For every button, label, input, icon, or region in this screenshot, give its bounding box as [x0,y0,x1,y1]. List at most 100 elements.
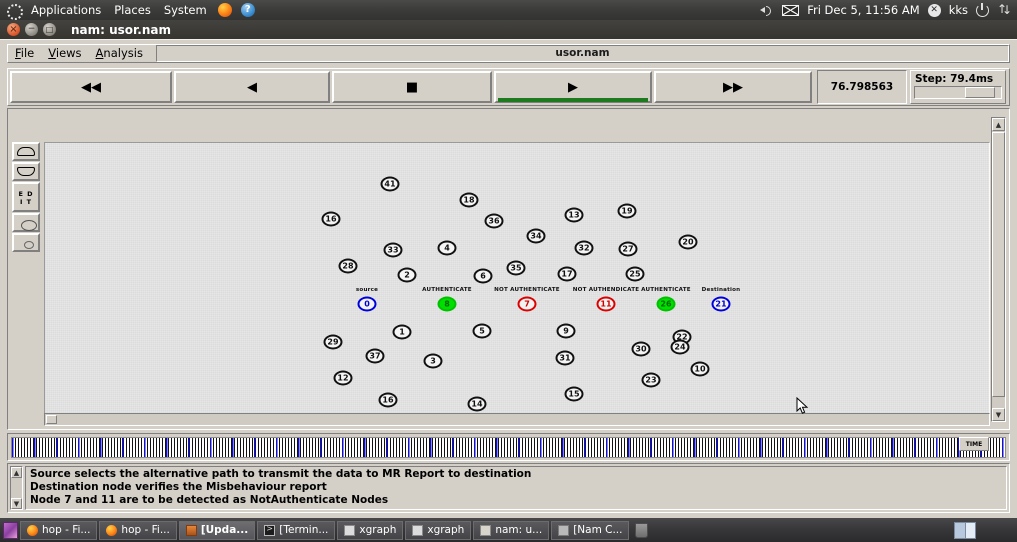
oval-small-icon[interactable] [12,233,40,252]
timeline-slider-thumb[interactable]: TIME [959,437,989,451]
help-icon[interactable]: ? [241,3,255,17]
network-node-20[interactable]: 20 [679,235,698,250]
network-node-41[interactable]: 41 [381,177,400,192]
maximize-icon[interactable] [43,23,56,36]
network-node-29[interactable]: 29 [324,335,343,350]
network-node-13[interactable]: 13 [565,208,584,223]
network-node-8[interactable]: 8 [438,297,457,312]
menu-views[interactable]: Views [41,45,88,62]
scroll-up-icon[interactable]: ▲ [992,118,1005,131]
minimize-icon[interactable] [25,23,38,36]
network-node-11[interactable]: 11 [597,297,616,312]
network-node-28[interactable]: 28 [339,259,358,274]
network-node-10[interactable]: 10 [691,362,710,377]
network-node-2[interactable]: 2 [398,268,417,283]
network-node-23[interactable]: 23 [642,373,661,388]
taskbar-item-5[interactable]: xgraph [405,521,471,540]
network-node-19[interactable]: 19 [618,204,637,219]
network-node-31[interactable]: 31 [556,351,575,366]
rewind-button[interactable]: ◀◀ [10,71,172,103]
network-node-7[interactable]: 7 [518,297,537,312]
network-node-12[interactable]: 12 [334,371,353,386]
fast-forward-button[interactable]: ▶▶ [654,71,812,103]
taskbar-item-1[interactable]: hop - Fi... [99,521,176,540]
horizontal-scroll-thumb[interactable] [46,415,57,424]
canvas-vertical-scrollbar[interactable]: ▲ ▼ [991,117,1006,422]
gnome-top-panel: Applications Places System ? Fri Dec 5, … [0,0,1017,20]
network-node-0[interactable]: 0 [358,297,377,312]
menu-analysis[interactable]: Analysis [89,45,150,62]
zoom-in-icon[interactable] [12,162,40,181]
play-button[interactable]: ▶ [494,71,652,103]
panel-clock[interactable]: Fri Dec 5, 11:56 AM [807,3,919,17]
step-back-button[interactable]: ◀ [174,71,330,103]
power-icon[interactable] [976,4,989,17]
network-node-33[interactable]: 33 [384,243,403,258]
user-status-icon[interactable] [928,4,941,17]
network-node-32[interactable]: 32 [575,241,594,256]
edit-button[interactable]: E DI T [12,182,40,212]
network-node-37[interactable]: 37 [366,349,385,364]
network-node-17[interactable]: 17 [558,267,577,282]
network-node-24[interactable]: 24 [671,340,690,355]
show-desktop-icon[interactable] [3,522,18,539]
network-node-6[interactable]: 6 [474,269,493,284]
status-scroll-down-icon[interactable]: ▼ [11,498,22,509]
nam-status-panel: ▲ ▼ Source selects the alternative path … [7,463,1010,513]
scroll-down-icon[interactable]: ▼ [992,408,1005,421]
taskbar-item-3[interactable]: [Termin... [257,521,335,540]
network-node-1[interactable]: 1 [393,325,412,340]
taskbar-item-label: hop - Fi... [42,524,90,536]
network-node-16b[interactable]: 16 [379,393,398,408]
network-node-30[interactable]: 30 [632,342,651,357]
network-node-4[interactable]: 4 [438,241,457,256]
mail-icon[interactable] [782,5,799,16]
network-node-9[interactable]: 9 [557,324,576,339]
firefox-icon[interactable] [218,3,232,17]
menu-applications[interactable]: Applications [29,2,103,18]
menu-system[interactable]: System [162,2,209,18]
workspace-1[interactable] [955,523,966,538]
network-node-5[interactable]: 5 [473,324,492,339]
stop-button[interactable]: ■ [332,71,492,103]
panel-username[interactable]: kks [949,3,968,17]
canvas-horizontal-scrollbar[interactable] [44,413,990,426]
status-scroll-up-icon[interactable]: ▲ [11,467,22,478]
volume-icon[interactable] [760,4,774,16]
network-node-14[interactable]: 14 [468,397,487,412]
network-node-21[interactable]: 21 [712,297,731,312]
network-icon[interactable] [997,4,1010,17]
taskbar-item-0[interactable]: hop - Fi... [20,521,97,540]
step-size-slider[interactable] [914,86,1002,99]
step-size-slider-thumb[interactable] [965,87,995,98]
workspace-2[interactable] [966,523,976,538]
oval-large-icon[interactable] [12,213,40,232]
taskbar-item-4[interactable]: xgraph [337,521,403,540]
network-node-35[interactable]: 35 [507,261,526,276]
menu-places[interactable]: Places [112,2,153,18]
timeline-ticks [11,437,1006,458]
network-node-3[interactable]: 3 [424,354,443,369]
taskbar-item-6[interactable]: nam: u... [473,521,549,540]
network-node-27[interactable]: 27 [619,242,638,257]
vertical-scroll-thumb[interactable] [992,132,1005,397]
trash-icon[interactable] [635,523,648,538]
ubuntu-logo-icon[interactable] [6,3,20,17]
network-node-18[interactable]: 18 [460,193,479,208]
network-node-25[interactable]: 25 [626,267,645,282]
taskbar-item-2[interactable]: [Upda... [179,521,255,540]
nam-timeline-ruler[interactable]: TIME [7,433,1010,461]
status-line: Destination node verifies the Misbehavio… [30,481,1002,494]
network-node-36[interactable]: 36 [485,214,504,229]
network-node-26[interactable]: 26 [657,297,676,312]
zoom-out-icon[interactable] [12,142,40,161]
network-node-16[interactable]: 16 [322,212,341,227]
network-node-15[interactable]: 15 [565,387,584,402]
status-vertical-scrollbar[interactable]: ▲ ▼ [10,466,23,510]
network-node-34[interactable]: 34 [527,229,546,244]
taskbar-item-7[interactable]: [Nam C... [551,521,629,540]
menu-file[interactable]: File [8,45,41,62]
workspace-switcher[interactable] [954,522,976,539]
close-icon[interactable] [7,23,20,36]
network-animation-canvas[interactable]: 411816361913343343227202823561725source0… [44,142,990,422]
